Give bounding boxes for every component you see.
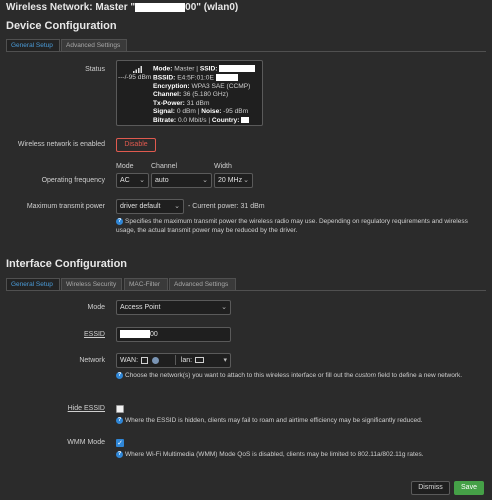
status-label: Status: [85, 66, 105, 73]
channel-select[interactable]: auto ⌄: [151, 173, 212, 188]
chevron-down-icon: ⌄: [139, 177, 145, 184]
wan-globe-icon: [151, 356, 159, 364]
redacted-essid: [120, 330, 150, 339]
wan-device-icon: [140, 356, 148, 364]
tab-device-general-setup[interactable]: General Setup: [6, 39, 60, 51]
save-button[interactable]: Save: [454, 481, 484, 495]
chevron-down-icon: ⌄: [202, 177, 208, 184]
network-label: Network: [79, 357, 105, 364]
chevron-down-icon: ▾: [223, 357, 227, 364]
page-title: Wireless Network: Master " 00" (wlan0): [6, 2, 239, 13]
current-power-text: - Current power: 31 dBm: [188, 203, 265, 210]
max-transmit-power-label: Maximum transmit power: [26, 203, 105, 210]
help-icon: ?: [116, 417, 123, 424]
tab-iface-general-setup[interactable]: General Setup: [6, 278, 60, 290]
tab-divider: [6, 51, 486, 52]
redacted-country: [241, 116, 250, 123]
chevron-down-icon: ⌄: [221, 304, 227, 311]
separator: [174, 355, 176, 366]
help-icon: ?: [116, 451, 123, 458]
essid-label: ESSID: [83, 331, 105, 338]
interface-config-heading: Interface Configuration: [6, 258, 128, 270]
mode-select[interactable]: AC ⌄: [116, 173, 149, 188]
chevron-down-icon: ⌄: [243, 177, 249, 184]
redacted-ssid: [219, 65, 256, 72]
dismiss-button[interactable]: Dismiss: [411, 481, 450, 495]
tab-device-advanced-settings[interactable]: Advanced Settings: [61, 39, 127, 51]
network-select[interactable]: WAN: lan: ▾: [116, 353, 231, 368]
transmit-power-hint: ? Specifies the maximum transmit power th…: [116, 218, 468, 234]
network-hint: ? Choose the network(s) you want to attac…: [116, 372, 463, 379]
mode-label: Mode: [87, 304, 105, 311]
redacted-bssid: [215, 73, 238, 81]
help-icon: ?: [116, 218, 123, 225]
wmm-hint: ? Where Wi-Fi Multimedia (WMM) Mode QoS i…: [116, 451, 424, 458]
mode-column-label: Mode: [116, 163, 134, 170]
chevron-down-icon: ⌄: [174, 203, 180, 210]
disable-button[interactable]: Disable: [116, 138, 156, 152]
width-select[interactable]: 20 MHz ⌄: [214, 173, 253, 188]
transmit-power-select[interactable]: driver default ⌄: [116, 199, 184, 214]
help-icon: ?: [116, 372, 123, 379]
hide-essid-label: Hide ESSID: [67, 405, 105, 412]
tab-wireless-security[interactable]: Wireless Security: [61, 278, 122, 290]
width-column-label: Width: [214, 163, 232, 170]
mode-select-ap[interactable]: Access Point ⌄: [116, 300, 231, 315]
tab-divider: [6, 290, 486, 291]
lan-device-icon: [195, 357, 205, 364]
redacted-ssid: [135, 2, 186, 12]
wmm-mode-checkbox[interactable]: ✓: [116, 439, 124, 447]
device-config-heading: Device Configuration: [6, 20, 117, 32]
check-icon: ✓: [117, 440, 123, 447]
hide-essid-checkbox[interactable]: [116, 405, 124, 413]
essid-input[interactable]: 00: [116, 327, 231, 342]
wmm-mode-label: WMM Mode: [67, 439, 105, 446]
wireless-enabled-label: Wireless network is enabled: [17, 141, 105, 148]
signal-text: ---/-95 dBm: [118, 74, 152, 81]
operating-frequency-label: Operating frequency: [41, 177, 105, 184]
channel-column-label: Channel: [151, 163, 178, 170]
status-box: ---/-95 dBm Mode: Master | SSID: BSSID: …: [116, 60, 263, 126]
tab-mac-filter[interactable]: MAC-Filter: [124, 278, 168, 290]
tab-iface-advanced-settings[interactable]: Advanced Settings: [169, 278, 236, 290]
hide-essid-hint: ? Where the ESSID is hidden, clients may …: [116, 417, 423, 424]
